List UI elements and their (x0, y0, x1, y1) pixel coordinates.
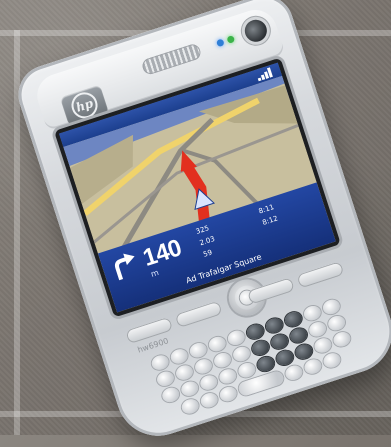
key[interactable] (249, 338, 271, 358)
key[interactable] (198, 390, 220, 410)
key[interactable] (211, 351, 233, 370)
key[interactable] (274, 348, 295, 368)
key[interactable] (312, 336, 333, 355)
distance-value: 140 (139, 234, 185, 272)
status-led (226, 35, 236, 44)
key[interactable] (192, 357, 214, 376)
stat-row2-left: 2.03 (198, 234, 216, 248)
bluetooth-led (215, 38, 225, 48)
key[interactable] (179, 379, 200, 399)
key[interactable] (218, 384, 239, 404)
key[interactable] (198, 373, 219, 393)
key[interactable] (325, 314, 347, 333)
key[interactable] (159, 385, 181, 405)
key[interactable] (283, 363, 305, 383)
key[interactable] (154, 369, 176, 389)
key[interactable] (331, 330, 352, 349)
key[interactable] (293, 342, 314, 362)
stat-row1-left: 325 (194, 224, 211, 236)
stat-row2-right: 8:12 (261, 214, 279, 227)
key[interactable] (236, 361, 257, 380)
key[interactable] (173, 363, 195, 383)
key[interactable] (217, 367, 238, 386)
speaker-grille-icon (140, 42, 203, 77)
key[interactable] (287, 326, 309, 345)
key[interactable] (179, 397, 201, 416)
key[interactable] (255, 354, 276, 374)
stat-row3-left: 59 (202, 248, 214, 259)
key[interactable] (230, 344, 252, 364)
key[interactable] (302, 357, 324, 376)
key[interactable] (321, 351, 343, 370)
stat-row1-right: 8:11 (257, 203, 276, 216)
turn-right-icon (114, 253, 135, 281)
key[interactable] (268, 332, 290, 352)
key[interactable] (306, 320, 328, 339)
camera-icon (241, 16, 270, 45)
